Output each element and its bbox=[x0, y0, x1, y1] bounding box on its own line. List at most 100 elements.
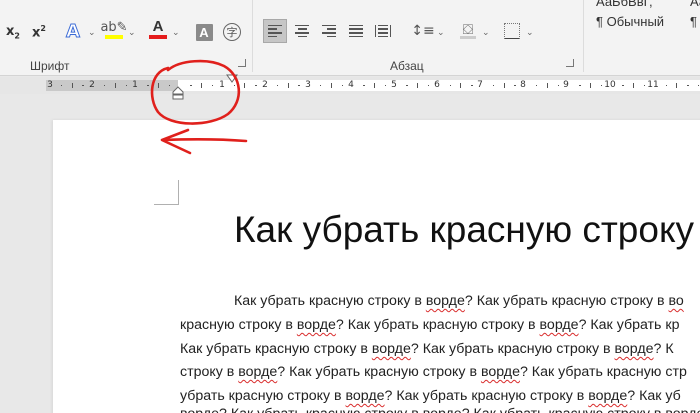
misspelled-word[interactable]: ворде bbox=[665, 406, 700, 413]
ruler-tick bbox=[546, 83, 548, 88]
misspelled-word[interactable]: ворде bbox=[372, 341, 411, 357]
subscript-button[interactable]: x2 bbox=[2, 20, 24, 44]
align-center-button[interactable] bbox=[290, 19, 314, 43]
ruler-dot bbox=[579, 85, 581, 87]
misspelled-word[interactable]: ворде bbox=[481, 364, 520, 380]
highlight-color-swatch bbox=[105, 35, 123, 39]
ruler-tick bbox=[503, 83, 505, 88]
misspelled-word[interactable]: ворде bbox=[180, 406, 219, 413]
enclose-characters-icon: 字 bbox=[223, 23, 241, 41]
justify-icon bbox=[349, 24, 363, 38]
misspelled-word[interactable]: ворде bbox=[588, 388, 627, 404]
highlight-button[interactable]: ab✎ bbox=[100, 18, 128, 42]
ruler-dot bbox=[298, 85, 300, 87]
line-spacing-button[interactable]: ↕≡ bbox=[410, 19, 436, 43]
ruler-dot bbox=[104, 85, 106, 87]
shading-button[interactable]: ⛋ bbox=[456, 18, 480, 42]
hanging-indent-marker[interactable] bbox=[172, 86, 184, 100]
font-color-icon: A bbox=[152, 18, 164, 35]
misspelled-word[interactable]: ворде bbox=[238, 364, 277, 380]
text-run: ? Как убрать красную строку в bbox=[277, 364, 481, 380]
document-heading[interactable]: Как убрать красную строку в bbox=[234, 209, 700, 251]
shading-color-swatch bbox=[460, 35, 476, 39]
text-run: убрать красную строку в bbox=[180, 388, 346, 404]
style-no-spacing-preview: Аа bbox=[690, 0, 700, 9]
style-normal[interactable]: АаБбВвГ, ¶ Обычный bbox=[590, 0, 690, 44]
ruler-tick bbox=[374, 83, 375, 88]
ruler-number: 2 bbox=[262, 80, 268, 90]
ruler-dot bbox=[233, 85, 235, 87]
font-group-label: Шрифт bbox=[30, 59, 70, 73]
font-dialog-launcher-icon[interactable] bbox=[238, 59, 246, 67]
borders-button[interactable] bbox=[500, 19, 524, 43]
ruler-dot bbox=[320, 85, 322, 87]
align-right-icon bbox=[322, 24, 336, 38]
style-no-spacing[interactable]: Аа ¶ Бе bbox=[690, 0, 700, 44]
text-run: ? Как убрать красную строку в bbox=[410, 341, 615, 357]
superscript-icon: x2 bbox=[32, 23, 46, 41]
misspelled-word[interactable]: ворде bbox=[423, 406, 462, 413]
ruler-tick bbox=[158, 83, 159, 88]
ruler-dot bbox=[341, 85, 343, 87]
ruler-dot bbox=[644, 85, 646, 87]
character-shading-icon: A bbox=[195, 23, 213, 41]
highlighter-icon: ab✎ bbox=[100, 20, 128, 35]
misspelled-word[interactable]: ворде bbox=[540, 317, 579, 333]
ruler-tick bbox=[114, 83, 116, 88]
text-run: ? К bbox=[653, 341, 674, 357]
text-run: Как убрать красную строку в bbox=[180, 341, 372, 357]
borders-dropdown-icon[interactable]: ⌄ bbox=[526, 28, 534, 38]
align-right-button[interactable] bbox=[317, 19, 341, 43]
paragraph-dialog-launcher-icon[interactable] bbox=[566, 59, 574, 67]
body-text-line: Как убрать красную строку в ворде? Как у… bbox=[180, 340, 674, 358]
line-spacing-icon: ↕≡ bbox=[411, 23, 435, 39]
style-normal-name: ¶ Обычный bbox=[596, 14, 665, 29]
style-normal-preview: АаБбВвГ, bbox=[596, 0, 653, 9]
superscript-button[interactable]: x2 bbox=[28, 20, 50, 44]
ruler-tick bbox=[633, 83, 635, 88]
text-run: строку в bbox=[180, 364, 239, 380]
text-effects-dropdown-icon[interactable]: ⌄ bbox=[88, 28, 96, 38]
text-effects-button[interactable]: A bbox=[60, 19, 86, 43]
misspelled-word[interactable]: во bbox=[669, 293, 684, 309]
distributed-icon bbox=[375, 24, 391, 38]
distributed-button[interactable] bbox=[371, 19, 395, 43]
font-color-button[interactable]: A bbox=[147, 17, 169, 41]
font-color-swatch bbox=[149, 35, 167, 39]
misspelled-word[interactable]: ворде bbox=[297, 317, 336, 333]
ruler-number: 7 bbox=[477, 80, 483, 90]
justify-button[interactable] bbox=[344, 19, 368, 43]
font-color-dropdown-icon[interactable]: ⌄ bbox=[172, 28, 180, 38]
line-spacing-dropdown-icon[interactable]: ⌄ bbox=[437, 28, 445, 38]
first-line-indent-marker[interactable] bbox=[226, 74, 238, 83]
ruler-dot bbox=[622, 85, 624, 87]
body-text-line: строку в ворде? Как убрать красную строк… bbox=[180, 363, 687, 381]
align-left-button[interactable] bbox=[263, 19, 287, 43]
highlight-dropdown-icon[interactable]: ⌄ bbox=[128, 28, 136, 38]
enclose-characters-button[interactable]: 字 bbox=[221, 20, 243, 44]
misspelled-word[interactable]: ворде bbox=[426, 293, 465, 309]
group-divider bbox=[583, 0, 584, 72]
style-no-spacing-name: ¶ Бе bbox=[690, 14, 700, 29]
margin-crop-mark bbox=[154, 204, 179, 205]
ruler-number: 2 bbox=[89, 80, 95, 90]
ruler-dot bbox=[147, 85, 149, 87]
ruler-dot bbox=[665, 85, 667, 87]
text-run: ? Как убрать красную строку в bbox=[464, 293, 669, 309]
ruler-number: 10 bbox=[604, 80, 616, 90]
paragraph-group-label: Абзац bbox=[390, 59, 424, 73]
character-shading-button[interactable]: A bbox=[194, 20, 214, 44]
shading-dropdown-icon[interactable]: ⌄ bbox=[482, 28, 490, 38]
text-run: ? Как убрать красную строку в bbox=[462, 406, 666, 413]
ruler-tick bbox=[676, 83, 678, 88]
ruler-number: 6 bbox=[434, 80, 440, 90]
ribbon: x2 x2 A ⌄ ab✎ ⌄ A ⌄ A 字 Шрифт ↕≡ ⌄ ⛋ ⌄ ⌄… bbox=[0, 0, 700, 76]
misspelled-word[interactable]: ворде bbox=[615, 341, 654, 357]
align-left-icon bbox=[268, 24, 282, 38]
ruler-tick bbox=[330, 83, 332, 88]
misspelled-word[interactable]: ворде bbox=[346, 388, 385, 404]
text-run: ? Как уб bbox=[627, 388, 681, 404]
subscript-icon: x2 bbox=[6, 23, 20, 41]
text-run: ? Как убрать красную строку в bbox=[219, 406, 423, 413]
horizontal-ruler[interactable]: 3 2 1 1 2 3 4 5 6 7 8 9 10 11 bbox=[0, 74, 700, 100]
